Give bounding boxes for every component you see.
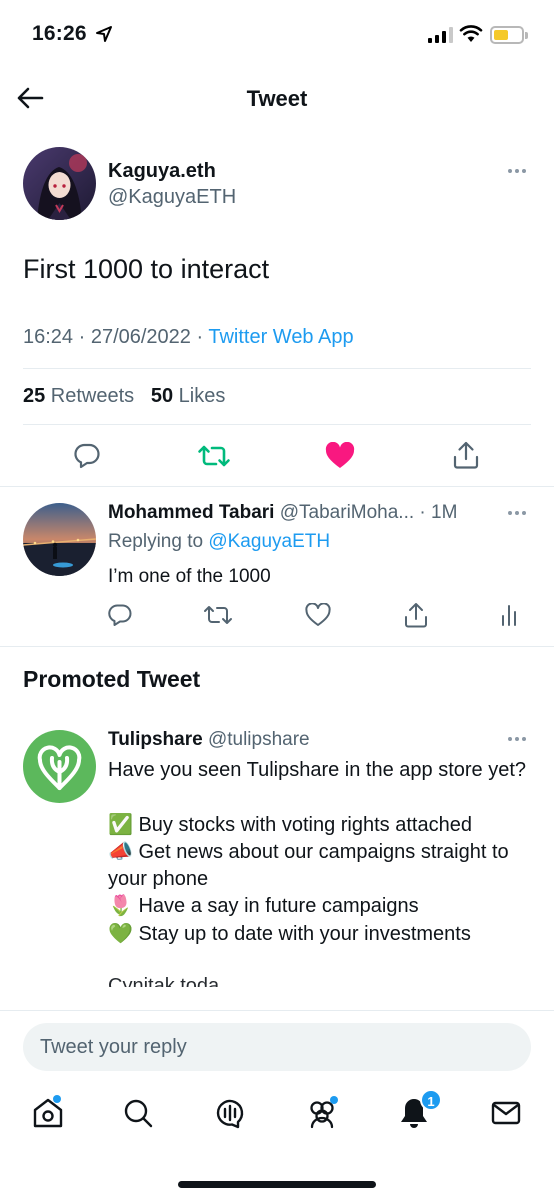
share-icon[interactable] bbox=[452, 440, 480, 470]
nav-search[interactable] bbox=[118, 1093, 158, 1133]
home-icon bbox=[33, 1098, 63, 1128]
analytics-icon[interactable] bbox=[499, 603, 519, 627]
bottom-area: Tweet your reply 1 bbox=[0, 1010, 554, 1200]
top-bar: Tweet bbox=[0, 70, 554, 128]
reply-text: I’m one of the 1000 bbox=[108, 566, 271, 587]
reply-input-placeholder: Tweet your reply bbox=[40, 1036, 187, 1058]
divider bbox=[23, 368, 531, 369]
likes-label: Likes bbox=[173, 385, 226, 407]
retweets-count: 25 bbox=[23, 385, 46, 407]
more-options-icon[interactable] bbox=[508, 169, 526, 173]
like-icon[interactable] bbox=[325, 442, 355, 470]
nav-communities[interactable] bbox=[302, 1093, 342, 1133]
author-avatar[interactable] bbox=[23, 147, 96, 220]
reply-more-options-icon[interactable] bbox=[508, 511, 526, 515]
home-indicator[interactable] bbox=[178, 1181, 376, 1188]
promoted-author[interactable]: Tulipshare @tulipshare bbox=[108, 729, 310, 751]
promoted-author-name: Tulipshare bbox=[108, 729, 203, 750]
status-time: 16:26 bbox=[32, 22, 87, 45]
replying-to: Replying to @KaguyaETH bbox=[108, 531, 330, 553]
reply-icon[interactable] bbox=[73, 441, 101, 469]
tweet-text: First 1000 to interact bbox=[23, 254, 270, 284]
likes-count: 50 bbox=[150, 385, 174, 407]
promoted-author-handle: @tulipshare bbox=[202, 729, 310, 750]
battery-icon bbox=[490, 26, 528, 44]
wifi-icon bbox=[459, 25, 483, 42]
reply-reply-icon[interactable] bbox=[107, 602, 133, 628]
reply-share-icon[interactable] bbox=[403, 601, 429, 629]
retweet-icon[interactable] bbox=[197, 442, 231, 470]
promoted-tweet-text: Have you seen Tulipshare in the app stor… bbox=[108, 759, 527, 945]
replying-to-mention[interactable]: @KaguyaETH bbox=[208, 531, 330, 552]
reply-author-avatar[interactable] bbox=[23, 503, 96, 576]
nav-messages[interactable] bbox=[486, 1093, 526, 1133]
tulipshare-avatar[interactable] bbox=[23, 730, 96, 803]
author-name[interactable]: Kaguya.eth bbox=[108, 160, 216, 183]
divider bbox=[0, 486, 554, 487]
author-handle[interactable]: @KaguyaETH bbox=[108, 186, 236, 209]
reply-author-handle: @TabariMoha... · 1M bbox=[274, 502, 458, 523]
nav-home[interactable] bbox=[28, 1093, 68, 1133]
location-arrow-icon bbox=[96, 26, 112, 42]
promoted-more-options-icon[interactable] bbox=[508, 737, 526, 741]
retweets-stat[interactable]: 25 Retweets bbox=[23, 385, 134, 407]
likes-stat[interactable]: 50 Likes bbox=[151, 385, 226, 407]
tweet-timestamp: 16:24 · 27/06/2022 · Twitter Web App bbox=[23, 326, 354, 349]
divider bbox=[0, 646, 554, 647]
reply-input[interactable]: Tweet your reply bbox=[23, 1023, 531, 1071]
home-new-dot bbox=[53, 1095, 61, 1103]
divider bbox=[23, 424, 531, 425]
spaces-icon bbox=[216, 1099, 244, 1129]
notifications-badge: 1 bbox=[420, 1089, 442, 1111]
status-bar: 16:26 bbox=[0, 0, 554, 70]
reply-like-icon[interactable] bbox=[305, 603, 331, 627]
timestamp-text: 16:24 · 27/06/2022 · bbox=[23, 326, 209, 348]
cellular-signal-icon bbox=[428, 27, 453, 43]
reply-retweet-icon[interactable] bbox=[203, 603, 233, 627]
source-app-link[interactable]: Twitter Web App bbox=[208, 326, 353, 348]
messages-icon bbox=[491, 1101, 521, 1125]
engagement-stats: 25 Retweets 50 Likes bbox=[23, 385, 225, 408]
replying-prefix: Replying to bbox=[108, 531, 209, 552]
reply-author[interactable]: Mohammed Tabari @TabariMoha... · 1M bbox=[108, 502, 457, 524]
page-title: Tweet bbox=[246, 86, 308, 111]
retweets-label: Retweets bbox=[45, 385, 135, 407]
communities-new-dot bbox=[330, 1096, 338, 1104]
promoted-section-title: Promoted Tweet bbox=[23, 666, 201, 692]
nav-notifications[interactable]: 1 bbox=[394, 1089, 442, 1133]
reply-author-name: Mohammed Tabari bbox=[108, 502, 275, 523]
search-icon bbox=[124, 1099, 153, 1128]
promoted-text-cutoff: Cynitak toda bbox=[108, 975, 220, 987]
nav-spaces[interactable] bbox=[210, 1093, 250, 1133]
